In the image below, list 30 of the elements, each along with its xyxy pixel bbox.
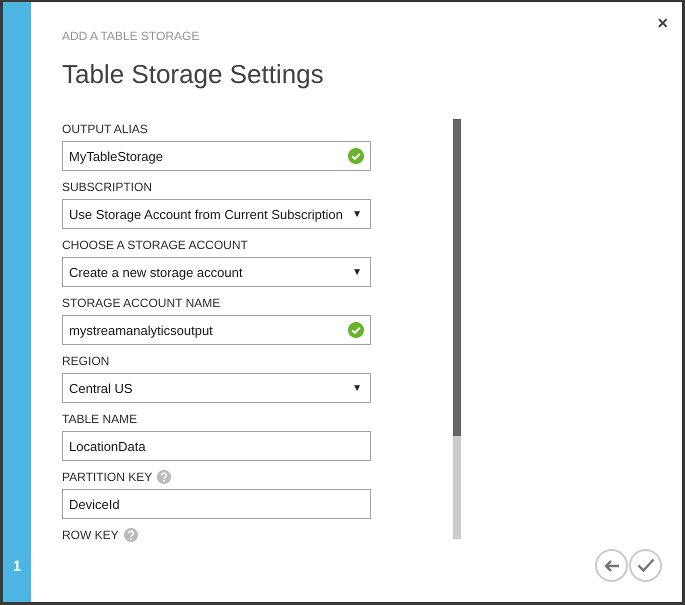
dialog-title: Table Storage Settings [62, 59, 325, 91]
field-label: CHOOSE A STORAGE ACCOUNT [62, 238, 248, 252]
input-field[interactable]: mystreamanalyticsoutput [62, 315, 371, 345]
help-icon[interactable] [124, 528, 138, 542]
help-icon[interactable] [157, 470, 172, 484]
field-label: STORAGE ACCOUNT NAME [62, 296, 220, 310]
step-number: 1 [12, 558, 22, 575]
scrollbar[interactable] [453, 119, 461, 539]
scrollbar-thumb[interactable] [453, 119, 461, 436]
dropdown[interactable]: Create a new storage account ▼ [62, 257, 371, 287]
confirm-button[interactable] [629, 549, 662, 582]
caret-icon: ▼ [352, 382, 362, 394]
field-label: SUBSCRIPTION [62, 180, 152, 194]
field-label: TABLE NAME [62, 412, 138, 426]
field-label: REGION [62, 354, 110, 368]
dialog-subtitle: ADD A TABLE STORAGE [62, 29, 200, 45]
input-field[interactable]: LocationData [62, 431, 371, 461]
field-label: OUTPUT ALIAS [62, 122, 148, 136]
caret-icon: ▼ [352, 208, 362, 220]
close-button[interactable]: × [654, 14, 671, 32]
back-button[interactable] [595, 549, 628, 582]
dropdown[interactable]: Central US ▼ [62, 373, 371, 403]
input-field[interactable]: MyTableStorage [62, 141, 371, 171]
field-label: ROW KEY [62, 528, 119, 542]
input-field[interactable]: DeviceId [62, 489, 371, 519]
left-arrow-icon [603, 558, 620, 572]
dropdown[interactable]: Use Storage Account from Current Subscription ▼ [62, 199, 371, 229]
checkmark-icon [636, 558, 654, 573]
field-label: PARTITION KEY [62, 470, 152, 484]
caret-icon: ▼ [352, 266, 362, 278]
